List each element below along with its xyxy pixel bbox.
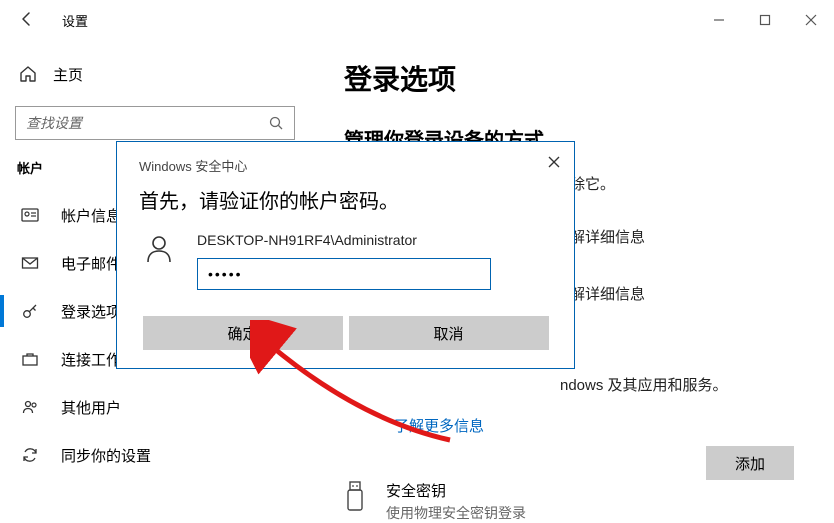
security-key-option[interactable]: 安全密钥 使用物理安全密钥登录 — [344, 480, 804, 523]
truncated-text: 解详细信息 — [570, 283, 804, 304]
security-key-subtitle: 使用物理安全密钥登录 — [386, 503, 526, 523]
dialog-close-button[interactable] — [542, 150, 566, 174]
people-icon — [21, 398, 39, 416]
truncated-text: 解详细信息 — [570, 226, 804, 247]
security-key-title: 安全密钥 — [386, 480, 526, 501]
window-title: 设置 — [62, 11, 88, 30]
cancel-button[interactable]: 取消 — [349, 316, 549, 350]
sidebar-item-label: 帐户信息 — [61, 205, 121, 226]
close-icon — [548, 156, 560, 168]
page-title: 登录选项 — [344, 52, 804, 98]
home-label: 主页 — [53, 64, 83, 85]
dialog-app-title: Windows 安全中心 — [139, 156, 552, 175]
home-link[interactable]: 主页 — [15, 54, 310, 94]
sidebar-item-label: 登录选项 — [61, 301, 121, 322]
maximize-button[interactable] — [742, 5, 788, 35]
key-icon — [21, 302, 39, 320]
window-controls — [696, 5, 834, 35]
minimize-button[interactable] — [696, 5, 742, 35]
user-icon — [143, 232, 175, 264]
mail-icon — [21, 254, 39, 272]
user-card-icon — [21, 206, 39, 224]
usb-key-icon — [344, 480, 366, 512]
sync-icon — [21, 446, 39, 464]
password-field[interactable] — [197, 258, 491, 290]
sidebar-item-other-users[interactable]: 其他用户 — [15, 383, 310, 431]
ok-button[interactable]: 确定 — [143, 316, 343, 350]
titlebar: 设置 — [0, 0, 834, 40]
close-button[interactable] — [788, 5, 834, 35]
briefcase-icon — [21, 350, 39, 368]
search-placeholder: 查找设置 — [26, 113, 82, 133]
sidebar-item-sync[interactable]: 同步你的设置 — [15, 431, 310, 479]
truncated-text: ndows 及其应用和服务。 — [560, 374, 804, 395]
sidebar-item-label: 其他用户 — [61, 397, 121, 418]
back-button[interactable] — [18, 10, 36, 31]
dialog-username: DESKTOP-NH91RF4\Administrator — [197, 232, 491, 248]
search-input[interactable]: 查找设置 — [15, 106, 295, 140]
dialog-heading: 首先，请验证你的帐户密码。 — [139, 185, 552, 214]
truncated-text: 除它。 — [570, 173, 804, 194]
windows-security-dialog: Windows 安全中心 首先，请验证你的帐户密码。 DESKTOP-NH91R… — [116, 141, 575, 369]
learn-more-link[interactable]: 了解更多信息 — [394, 415, 804, 436]
search-icon — [269, 116, 284, 131]
add-button[interactable]: 添加 — [706, 446, 794, 480]
sidebar-item-label: 同步你的设置 — [61, 445, 151, 466]
